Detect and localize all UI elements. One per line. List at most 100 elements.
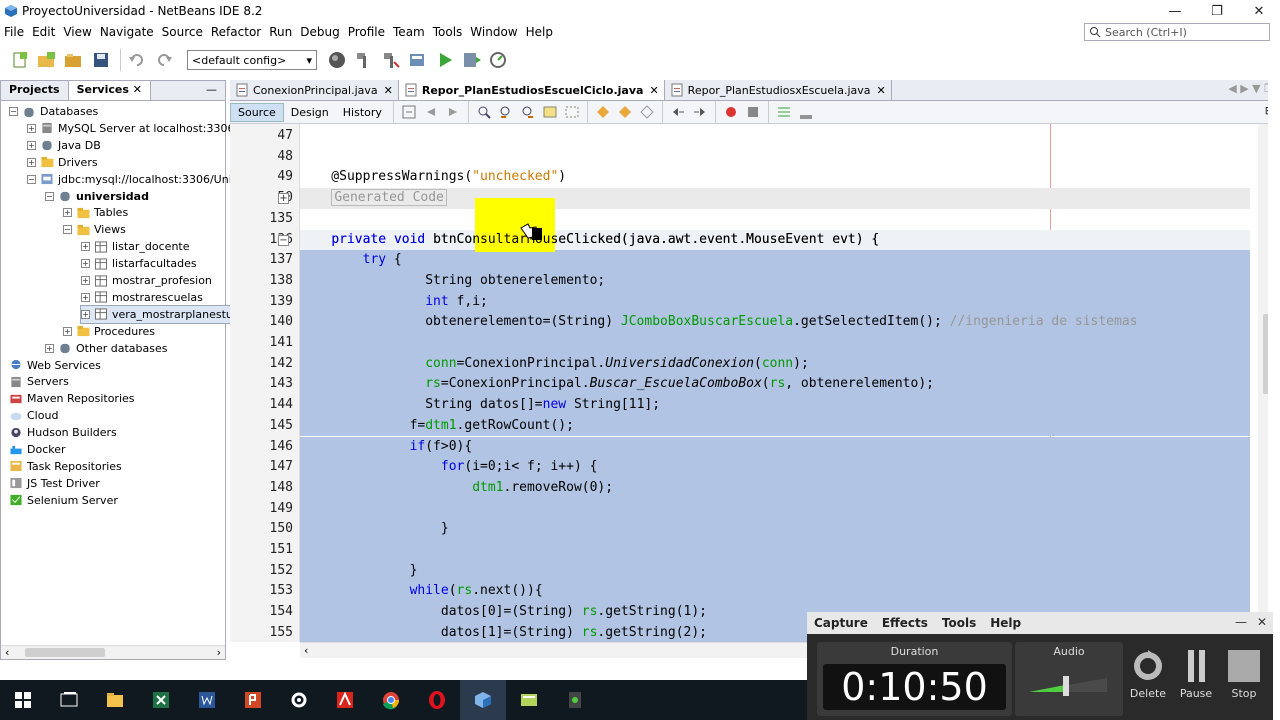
- tab-history[interactable]: History: [336, 104, 389, 121]
- tree-item[interactable]: Task Repositories: [9, 458, 122, 475]
- tree-item[interactable]: + Drivers: [27, 154, 98, 171]
- toggle-bookmark-icon[interactable]: [639, 104, 655, 120]
- tab-projects[interactable]: Projects: [1, 81, 69, 100]
- expand-toggle-icon[interactable]: +: [81, 259, 90, 269]
- tree-item[interactable]: + listar_docente: [81, 238, 190, 255]
- run-icon[interactable]: [433, 48, 457, 72]
- profile-icon[interactable]: [487, 48, 511, 72]
- code-area[interactable]: @SuppressWarnings("unchecked") Generated…: [300, 124, 1250, 642]
- taskbar-item[interactable]: [414, 680, 460, 720]
- menu-file[interactable]: File: [0, 25, 28, 39]
- tree-item[interactable]: − Views: [63, 221, 126, 238]
- menu-edit[interactable]: Edit: [28, 25, 59, 39]
- fold-toggle-icon[interactable]: −: [278, 234, 289, 246]
- panel-horizontal-scrollbar[interactable]: ‹ ›: [1, 645, 225, 659]
- menu-debug[interactable]: Debug: [296, 25, 343, 39]
- back-icon[interactable]: [423, 104, 439, 120]
- taskbar-item[interactable]: [138, 680, 184, 720]
- menu-tools[interactable]: Tools: [429, 25, 467, 39]
- tree-item[interactable]: Maven Repositories: [9, 390, 135, 407]
- tree-item[interactable]: + listarfacultades: [81, 255, 197, 272]
- taskbar-item[interactable]: [230, 680, 276, 720]
- taskbar-item[interactable]: [368, 680, 414, 720]
- tab-design[interactable]: Design: [284, 104, 336, 121]
- code-line[interactable]: if(f>0){: [300, 436, 1250, 458]
- close-icon[interactable]: ✕: [133, 83, 142, 96]
- tree-item[interactable]: + Procedures: [63, 323, 155, 340]
- tree-item[interactable]: − universidad: [45, 188, 149, 205]
- code-line[interactable]: for(i=0;i< f; i++) {: [300, 457, 1250, 478]
- new-file-icon[interactable]: [8, 48, 32, 72]
- build-project-icon[interactable]: [406, 48, 430, 72]
- tree-item[interactable]: + Tables: [63, 204, 128, 221]
- taskbar-item[interactable]: [276, 680, 322, 720]
- scroll-left-icon[interactable]: ‹: [5, 646, 9, 659]
- expand-toggle-icon[interactable]: −: [27, 174, 36, 184]
- recorder-minimize-button[interactable]: —: [1235, 615, 1247, 629]
- save-all-icon[interactable]: [89, 48, 113, 72]
- code-line[interactable]: String obtenerelemento;: [300, 270, 1250, 292]
- code-line[interactable]: [300, 540, 1250, 561]
- taskbar-item[interactable]: [552, 680, 598, 720]
- tab-source[interactable]: Source: [230, 102, 284, 122]
- code-line[interactable]: [300, 126, 1250, 147]
- editor-tab[interactable]: ConexionPrincipal.java ✕: [230, 80, 399, 100]
- menu-help[interactable]: Help: [522, 25, 557, 39]
- scroll-right-icon[interactable]: ›: [217, 646, 221, 659]
- undo-icon[interactable]: [125, 48, 149, 72]
- close-button[interactable]: ✕: [1238, 0, 1280, 22]
- expand-toggle-icon[interactable]: −: [45, 191, 54, 201]
- menu-view[interactable]: View: [59, 25, 95, 39]
- menu-source[interactable]: Source: [158, 25, 207, 39]
- tree-item[interactable]: Cloud: [9, 407, 58, 424]
- find-previous-icon[interactable]: [498, 104, 514, 120]
- config-select[interactable]: <default config> ▾: [187, 50, 317, 70]
- stop-button[interactable]: Stop: [1221, 648, 1267, 714]
- taskbar-item[interactable]: [92, 680, 138, 720]
- expand-toggle-icon[interactable]: +: [45, 343, 54, 353]
- find-icon[interactable]: [476, 104, 492, 120]
- minimize-button[interactable]: —: [1154, 0, 1196, 22]
- code-line[interactable]: [300, 209, 1250, 230]
- toggle-rect-selection-icon[interactable]: [564, 104, 580, 120]
- recorder-menu-effects[interactable]: Effects: [875, 616, 935, 630]
- expand-toggle-icon[interactable]: +: [81, 309, 90, 319]
- expand-toggle-icon[interactable]: −: [63, 225, 72, 235]
- menu-profile[interactable]: Profile: [344, 25, 389, 39]
- scroll-left-icon[interactable]: ‹: [304, 644, 308, 657]
- expand-toggle-icon[interactable]: +: [81, 292, 90, 302]
- menu-refactor[interactable]: Refactor: [207, 25, 265, 39]
- code-line[interactable]: try {: [300, 250, 1250, 271]
- code-line[interactable]: String datos[]=new String[11];: [300, 395, 1250, 416]
- expand-toggle-icon[interactable]: +: [63, 208, 72, 218]
- expand-toggle-icon[interactable]: +: [81, 242, 90, 252]
- tree-item[interactable]: Selenium Server: [9, 492, 118, 509]
- tree-item[interactable]: + Other databases: [45, 340, 167, 357]
- tree-item[interactable]: + mostrar_profesion: [81, 272, 212, 289]
- menu-navigate[interactable]: Navigate: [96, 25, 158, 39]
- next-bookmark-icon[interactable]: [617, 104, 633, 120]
- uncomment-icon[interactable]: [798, 104, 814, 120]
- debug-icon[interactable]: [460, 48, 484, 72]
- editor-tab[interactable]: Repor_PlanEstudiosEscuelCiclo.java ✕: [398, 80, 665, 100]
- audio-level-meter[interactable]: [1029, 670, 1109, 698]
- code-line[interactable]: }: [300, 560, 1250, 582]
- close-tab-icon[interactable]: ✕: [384, 84, 393, 97]
- taskbar-item[interactable]: [322, 680, 368, 720]
- shift-right-icon[interactable]: [692, 104, 708, 120]
- menu-run[interactable]: Run: [265, 25, 296, 39]
- code-line[interactable]: while(rs.next()){: [300, 581, 1250, 603]
- code-line[interactable]: [300, 333, 1250, 354]
- stop-macro-icon[interactable]: [745, 104, 761, 120]
- restore-button[interactable]: ❐: [1196, 0, 1238, 22]
- recorder-close-button[interactable]: ✕: [1257, 615, 1267, 629]
- code-line[interactable]: obtenerelemento=(String) JComboBoxBuscar…: [300, 312, 1250, 333]
- recorder-menu-capture[interactable]: Capture: [807, 616, 875, 630]
- tree-item[interactable]: Servers: [9, 373, 69, 390]
- code-line[interactable]: f=dtm1.getRowCount();: [300, 415, 1250, 437]
- new-project-icon[interactable]: [35, 48, 59, 72]
- tree-item[interactable]: − Databases: [9, 103, 98, 120]
- expand-toggle-icon[interactable]: +: [27, 140, 36, 150]
- expand-toggle-icon[interactable]: +: [27, 157, 36, 167]
- previous-bookmark-icon[interactable]: [595, 104, 611, 120]
